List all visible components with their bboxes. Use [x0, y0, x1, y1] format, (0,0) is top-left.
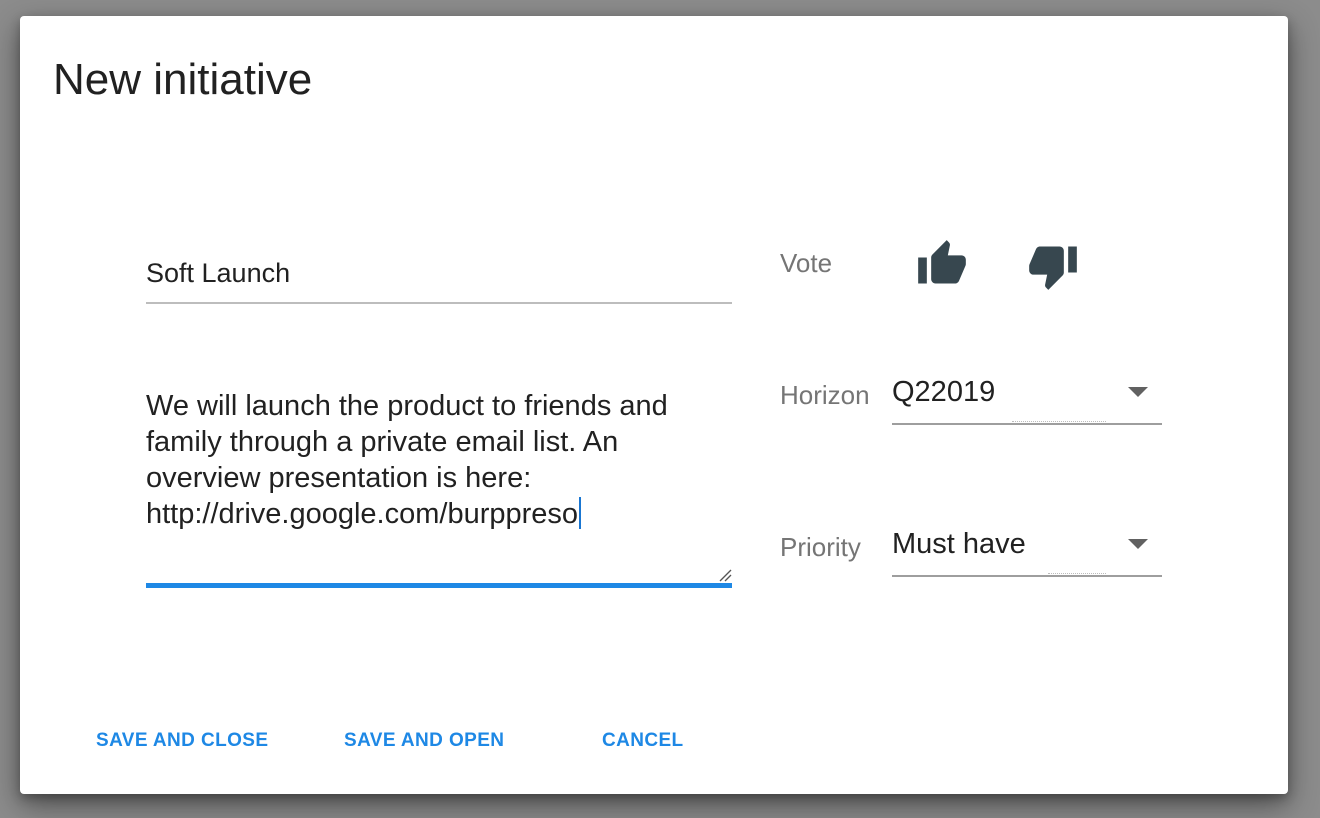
initiative-name-field[interactable] — [146, 248, 732, 305]
save-and-open-button[interactable]: SAVE AND OPEN — [344, 730, 504, 752]
description-line: family through a private email list. An — [146, 426, 619, 458]
priority-label: Priority — [780, 532, 861, 562]
chevron-down-icon[interactable] — [1128, 387, 1148, 397]
description-line: http://drive.google.com/burppreso — [146, 498, 579, 530]
description-focus-underline — [146, 583, 732, 588]
description-line: We will launch the product to friends an… — [146, 390, 668, 422]
resize-handle-icon[interactable] — [718, 568, 732, 582]
thumb-down-icon[interactable] — [1027, 240, 1079, 292]
name-underline — [146, 302, 732, 304]
horizon-underline — [892, 423, 1162, 425]
horizon-value: Q22019 — [892, 376, 996, 408]
new-initiative-dialog: New initiative We will launch the produc… — [20, 16, 1288, 794]
description-line-last: http://drive.google.com/burppreso — [146, 496, 732, 532]
dialog-title: New initiative — [53, 55, 313, 104]
save-and-close-button[interactable]: SAVE AND CLOSE — [96, 730, 268, 752]
description-field[interactable]: We will launch the product to friends an… — [146, 388, 732, 588]
priority-value: Must have — [892, 528, 1026, 560]
horizon-select[interactable]: Q22019 — [892, 374, 1162, 425]
description-textarea[interactable]: We will launch the product to friends an… — [146, 388, 732, 578]
priority-underline — [892, 575, 1162, 577]
priority-select[interactable]: Must have — [892, 526, 1162, 577]
cancel-button[interactable]: CANCEL — [602, 730, 684, 752]
description-line: overview presentation is here: — [146, 462, 532, 494]
text-caret — [579, 497, 582, 529]
vote-label: Vote — [780, 248, 833, 278]
horizon-label: Horizon — [780, 380, 870, 410]
thumb-up-icon[interactable] — [916, 238, 968, 290]
chevron-down-icon[interactable] — [1128, 539, 1148, 549]
initiative-name-input[interactable] — [146, 248, 732, 298]
